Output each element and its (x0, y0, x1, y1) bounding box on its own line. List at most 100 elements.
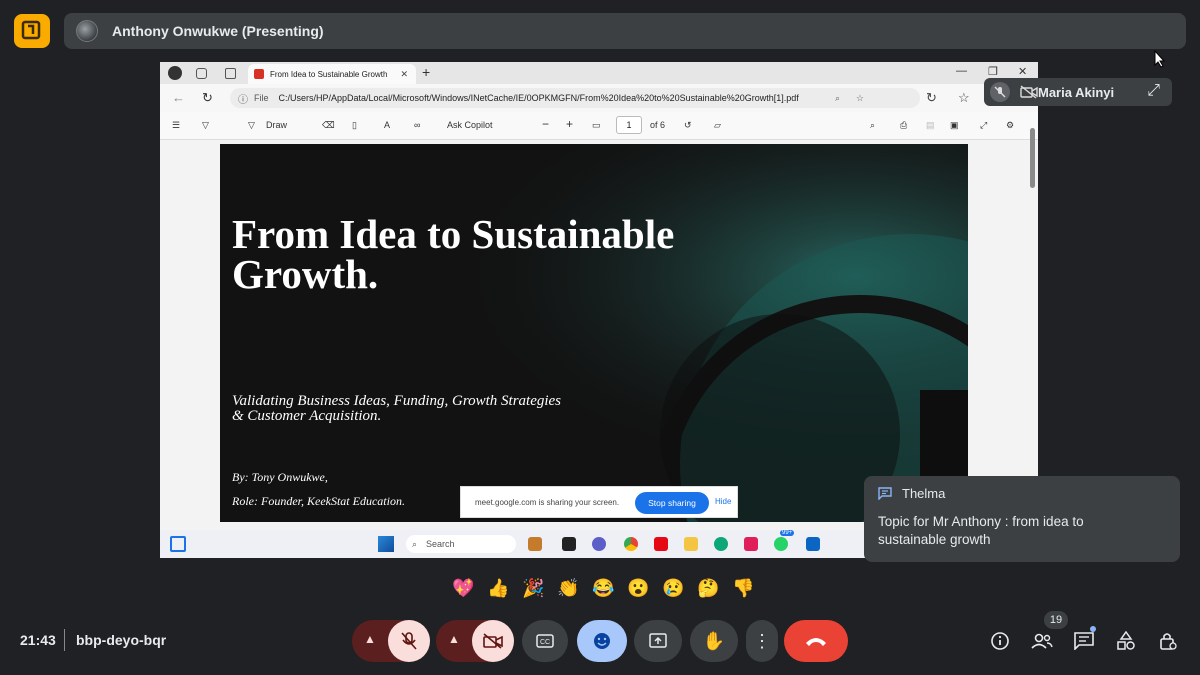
reactions-button[interactable] (577, 620, 627, 662)
people-button[interactable] (1030, 629, 1054, 653)
view-icon[interactable]: ▯ (352, 120, 357, 131)
present-button[interactable] (634, 620, 682, 662)
reaction-heart-button[interactable]: 💖 (446, 576, 481, 600)
read-aloud-icon[interactable]: A (384, 120, 390, 130)
reaction-thumbs-down-button[interactable]: 👎 (726, 576, 761, 600)
leave-call-button[interactable] (784, 620, 848, 662)
camera-options-chevron-icon[interactable]: ▲ (448, 632, 460, 646)
reaction-laugh-button[interactable]: 😂 (586, 576, 621, 600)
taskbar-slack-icon[interactable] (744, 537, 758, 551)
pdf-search-icon[interactable]: ⌕ (870, 120, 875, 131)
taskbar-whatsapp-icon[interactable] (774, 537, 788, 551)
zoom-out-icon[interactable]: − (542, 117, 549, 131)
taskbar-edge-icon[interactable] (714, 537, 728, 551)
presenter-bar[interactable]: Anthony Onwukwe (Presenting) (64, 13, 1186, 49)
tab-close-icon[interactable]: ✕ (400, 69, 408, 80)
sync-icon[interactable]: ↻ (926, 90, 937, 106)
url-field[interactable]: ⓘ File C:/Users/HP/AppData/Local/Microso… (230, 88, 920, 108)
mic-toggle-button[interactable] (388, 620, 430, 662)
meeting-details-button[interactable] (988, 629, 1012, 653)
taskbar-explorer-icon[interactable] (684, 537, 698, 551)
taskbar-linkedin-icon[interactable] (806, 537, 820, 551)
erase-icon[interactable]: ⌫ (322, 120, 335, 131)
favorites-icon[interactable]: ☆ (958, 90, 970, 106)
favorite-icon[interactable]: ☆ (856, 93, 864, 104)
page-view-icon[interactable]: ▱ (714, 120, 721, 131)
app-logo (14, 14, 50, 48)
info-icon (991, 632, 1009, 650)
scrollbar[interactable] (1030, 128, 1035, 188)
taskbar-chrome-icon[interactable] (624, 537, 638, 551)
captions-button[interactable]: CC (522, 620, 568, 662)
browser-tabstrip: From Idea to Sustainable Growth ✕ + — ❐ … (160, 62, 1038, 84)
reaction-surprised-button[interactable]: 😮 (621, 576, 656, 600)
url-text: C:/Users/HP/AppData/Local/Microsoft/Wind… (278, 93, 799, 103)
fit-page-icon[interactable]: ▭ (592, 120, 601, 131)
more-options-button[interactable]: ⋮ (746, 620, 778, 662)
taskbar-teams-icon[interactable] (592, 537, 606, 551)
reaction-thumbs-up-button[interactable]: 👍 (481, 576, 516, 600)
reaction-party-button[interactable]: 🎉 (516, 576, 551, 600)
windows-start-icon[interactable] (378, 536, 394, 552)
taskbar-netflix-icon[interactable] (654, 537, 668, 551)
fullscreen-icon[interactable]: ⤢ (980, 120, 987, 131)
page-number-input[interactable]: 1 (616, 116, 642, 134)
pdf-settings-icon[interactable]: ⚙ (1006, 120, 1014, 131)
browser-tab[interactable]: From Idea to Sustainable Growth ✕ (248, 64, 416, 84)
taskbar-app-icon[interactable] (528, 537, 542, 551)
captions-icon: CC (536, 634, 554, 648)
taskbar-search-label: Search (426, 539, 455, 549)
reaction-sad-button[interactable]: 😢 (656, 576, 691, 600)
restore-icon[interactable]: ❐ (988, 65, 998, 78)
address-bar: ← ↻ ⓘ File C:/Users/HP/AppData/Local/Mic… (160, 84, 1038, 112)
info-icon: ⓘ (238, 94, 248, 106)
stop-sharing-button[interactable]: Stop sharing (635, 492, 709, 514)
print-icon[interactable]: ⎙ (900, 120, 907, 131)
draw-label[interactable]: Draw (266, 120, 287, 130)
expand-icon[interactable]: ⤢ (1147, 82, 1160, 100)
host-controls-button[interactable] (1156, 629, 1180, 653)
reaction-clap-button[interactable]: 👏 (551, 576, 586, 600)
profile-icon[interactable] (168, 66, 182, 80)
raise-hand-button[interactable]: ✋ (690, 620, 738, 662)
contents-icon[interactable]: ☰ (172, 120, 180, 131)
chat-icon (1074, 632, 1094, 650)
refresh-icon[interactable]: ↻ (202, 90, 213, 106)
draw-icon[interactable]: ▽ (248, 120, 255, 131)
share-notice-text: meet.google.com is sharing your screen. (475, 497, 620, 507)
logo-icon (21, 20, 41, 40)
widgets-icon[interactable] (170, 536, 186, 552)
back-icon[interactable]: ← (172, 90, 185, 105)
new-tab-icon[interactable]: + (422, 64, 430, 80)
taskbar-app-icon[interactable] (562, 537, 576, 551)
taskbar-badge: 99+ (780, 530, 795, 536)
lock-person-icon (1160, 633, 1177, 650)
ask-copilot-button[interactable]: Ask Copilot (447, 120, 493, 130)
save-as-icon[interactable]: ▣ (950, 120, 959, 131)
participants-count-badge: 19 (1044, 611, 1068, 629)
save-icon[interactable]: ▤ (926, 120, 935, 131)
hide-notice-link[interactable]: Hide (715, 497, 731, 506)
chat-button[interactable] (1072, 629, 1096, 653)
immersive-icon[interactable]: ∞ (414, 120, 420, 130)
screen-share-notice: meet.google.com is sharing your screen. … (460, 486, 738, 518)
taskbar-search[interactable]: ⌕ Search (406, 535, 516, 553)
mic-options-chevron-icon[interactable]: ▲ (364, 632, 376, 646)
chat-message: Topic for Mr Anthony : from idea to sust… (878, 514, 1084, 547)
rotate-icon[interactable]: ↺ (684, 120, 692, 131)
tab-actions-icon[interactable] (225, 67, 236, 79)
camera-toggle-button[interactable] (472, 620, 514, 662)
svg-text:CC: CC (540, 639, 550, 646)
participant-tile[interactable]: Maria Akinyi ⤢ (984, 78, 1172, 106)
activities-button[interactable] (1114, 629, 1138, 653)
minimize-icon[interactable]: — (956, 65, 967, 77)
zoom-in-icon[interactable]: + (566, 117, 573, 131)
highlight-icon[interactable]: ▽ (202, 120, 209, 131)
zoom-icon[interactable]: ⌕ (835, 93, 840, 104)
pdf-slide: From Idea to Sustainable Growth. Validat… (220, 144, 968, 522)
window-close-icon[interactable]: ✕ (1018, 65, 1027, 78)
mic-control-group: ▲ (352, 620, 430, 662)
chat-notification[interactable]: Thelma Topic for Mr Anthony : from idea … (864, 476, 1180, 562)
workspaces-icon[interactable] (196, 67, 207, 79)
reaction-thinking-button[interactable]: 🤔 (691, 576, 726, 600)
